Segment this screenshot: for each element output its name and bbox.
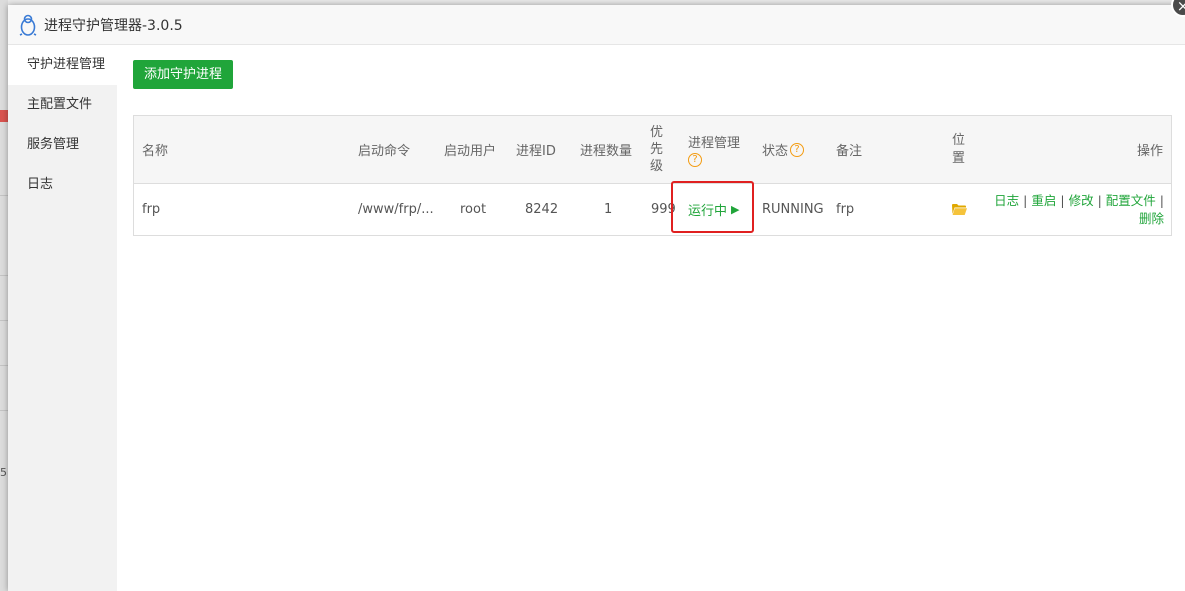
sidebar: 守护进程管理 主配置文件 服务管理 日志 xyxy=(8,45,117,591)
background-page-strip: 5 xyxy=(0,0,8,591)
header-manage-label: 进程管理 xyxy=(688,136,741,151)
sidebar-item-process-manage[interactable]: 守护进程管理 xyxy=(8,45,117,85)
header-priority: 优先级 xyxy=(650,125,664,174)
action-separator: | xyxy=(1023,193,1028,208)
header-pid: 进程ID xyxy=(516,144,556,159)
header-count: 进程数量 xyxy=(580,144,633,159)
table-header: 名称 启动命令 启动用户 进程ID 进程数量 优先级 进程管理 ? 状态 ? 备… xyxy=(134,116,1171,184)
highlight-box xyxy=(671,181,754,233)
sidebar-item-service-manage[interactable]: 服务管理 xyxy=(8,125,117,165)
process-table: 名称 启动命令 启动用户 进程ID 进程数量 优先级 进程管理 ? 状态 ? 备… xyxy=(133,115,1172,236)
config-file-link[interactable]: 配置文件 xyxy=(1106,193,1156,208)
header-remark: 备注 xyxy=(836,144,863,159)
header-manage: 进程管理 ? xyxy=(688,116,740,183)
header-actions: 操作 xyxy=(1136,144,1163,159)
background-number: 5 xyxy=(0,466,7,479)
cell-remark: frp xyxy=(836,202,855,217)
header-location: 位置 xyxy=(952,132,966,166)
window-title: 进程守护管理器-3.0.5 xyxy=(44,17,183,34)
background-divider xyxy=(0,275,8,276)
header-name[interactable]: 名称 xyxy=(142,116,168,183)
cell-count: 1 xyxy=(604,202,613,217)
supervisor-modal: 进程守护管理器-3.0.5 × 守护进程管理 主配置文件 服务管理 日志 添加守… xyxy=(8,0,1185,591)
cell-user: root xyxy=(460,202,487,217)
sidebar-item-main-config[interactable]: 主配置文件 xyxy=(8,85,117,125)
delete-link[interactable]: 删除 xyxy=(1139,211,1164,226)
action-separator: | xyxy=(1097,193,1102,208)
header-status-label: 状态 xyxy=(762,144,789,159)
penguin-icon xyxy=(19,14,37,36)
sidebar-item-log[interactable]: 日志 xyxy=(8,165,117,205)
restart-link[interactable]: 重启 xyxy=(1031,193,1056,208)
row-actions: 日志 | 重启 | 修改 | 配置文件 | 删除 xyxy=(974,192,1164,228)
add-process-button[interactable]: 添加守护进程 xyxy=(133,60,234,89)
edit-link[interactable]: 修改 xyxy=(1069,193,1094,208)
cell-status: RUNNING xyxy=(762,202,824,217)
action-separator: | xyxy=(1159,193,1164,208)
question-icon[interactable]: ? xyxy=(790,142,805,157)
header-command: 启动命令 xyxy=(358,144,411,159)
action-separator: | xyxy=(1060,193,1065,208)
table-row: frp /www/frp/... root 8242 1 999 运行中 ▶ R… xyxy=(134,181,1171,235)
location-button[interactable] xyxy=(952,184,967,235)
modal-titlebar: 进程守护管理器-3.0.5 xyxy=(8,5,1185,45)
folder-icon xyxy=(952,204,967,215)
background-red-mark xyxy=(0,110,8,122)
background-divider xyxy=(0,365,8,366)
background-divider xyxy=(0,410,8,411)
cell-pid: 8242 xyxy=(525,202,559,217)
main-content: 添加守护进程 名称 启动命令 启动用户 进程ID 进程数量 优先级 进程管理 ?… xyxy=(117,45,1185,591)
header-user: 启动用户 xyxy=(444,144,497,159)
header-status: 状态 ? xyxy=(762,116,805,183)
background-divider xyxy=(0,195,8,196)
question-icon[interactable]: ? xyxy=(688,153,702,167)
background-divider xyxy=(0,320,8,321)
log-link[interactable]: 日志 xyxy=(994,193,1019,208)
cell-name: frp xyxy=(142,202,161,217)
cell-command: /www/frp/... xyxy=(358,202,434,217)
